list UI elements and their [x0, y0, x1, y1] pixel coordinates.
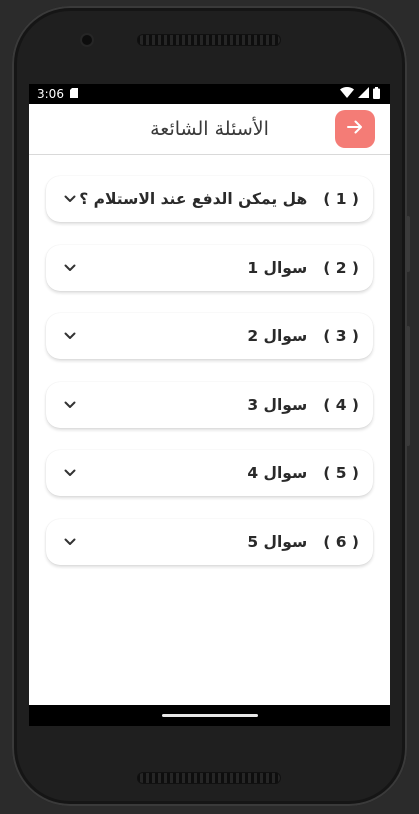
faq-question: ( 1 ) هل يمكن الدفع عند الاستلام ؟ — [79, 190, 359, 208]
faq-item[interactable]: ( 4 ) سوال 3 — [46, 381, 373, 428]
faq-question-text: سوال 5 — [247, 532, 308, 551]
app-bar: الأسئلة الشائعة — [29, 104, 390, 155]
faq-question: ( 5 ) سوال 4 — [247, 464, 359, 482]
faq-number: ( 5 ) — [323, 464, 359, 482]
faq-item[interactable]: ( 1 ) هل يمكن الدفع عند الاستلام ؟ — [46, 176, 373, 222]
faq-number: ( 2 ) — [323, 258, 359, 277]
faq-list: ( 1 ) هل يمكن الدفع عند الاستلام ؟ ( 2 )… — [29, 176, 390, 565]
arrow-right-icon — [346, 118, 364, 140]
faq-question-text: سوال 4 — [247, 464, 308, 482]
faq-question-text: سوال 3 — [247, 395, 308, 414]
faq-item[interactable]: ( 3 ) سوال 2 — [46, 313, 373, 359]
faq-question: ( 6 ) سوال 5 — [247, 533, 359, 551]
home-indicator[interactable] — [161, 714, 258, 717]
chevron-down-icon[interactable] — [62, 465, 78, 481]
power-button — [406, 326, 410, 446]
sd-card-icon — [69, 87, 78, 101]
faq-question: ( 2 ) سوال 1 — [247, 259, 359, 277]
faq-question-text: سوال 2 — [247, 327, 308, 345]
chevron-down-icon[interactable] — [62, 534, 78, 550]
chevron-down-icon[interactable] — [62, 397, 78, 413]
faq-question-text: هل يمكن الدفع عند الاستلام ؟ — [79, 190, 308, 208]
faq-item[interactable]: ( 5 ) سوال 4 — [46, 450, 373, 496]
faq-number: ( 1 ) — [323, 190, 359, 208]
chevron-down-icon[interactable] — [62, 328, 78, 344]
signal-icon — [358, 87, 369, 101]
status-bar: 3:06 — [29, 84, 390, 104]
back-button[interactable] — [335, 110, 375, 148]
bottom-speaker — [137, 772, 281, 784]
faq-question-text: سوال 1 — [247, 258, 308, 277]
wifi-icon — [340, 87, 354, 101]
volume-button — [406, 216, 410, 272]
front-camera — [82, 35, 92, 45]
page-title: الأسئلة الشائعة — [150, 118, 269, 140]
navigation-bar — [29, 705, 390, 726]
faq-number: ( 6 ) — [323, 532, 359, 551]
status-time: 3:06 — [37, 87, 64, 101]
battery-icon — [373, 86, 380, 102]
top-speaker — [137, 34, 281, 46]
faq-number: ( 4 ) — [323, 395, 359, 414]
faq-number: ( 3 ) — [323, 327, 359, 345]
chevron-down-icon[interactable] — [62, 191, 78, 207]
faq-question: ( 4 ) سوال 3 — [247, 396, 359, 414]
chevron-down-icon[interactable] — [62, 260, 78, 276]
screen: 3:06 الأسئلة الشائعة (1) هل يمكن الدفع… — [29, 84, 390, 726]
faq-question: ( 3 ) سوال 2 — [247, 327, 359, 345]
faq-item[interactable]: ( 2 ) سوال 1 — [46, 244, 373, 291]
faq-item[interactable]: ( 6 ) سوال 5 — [46, 518, 373, 565]
